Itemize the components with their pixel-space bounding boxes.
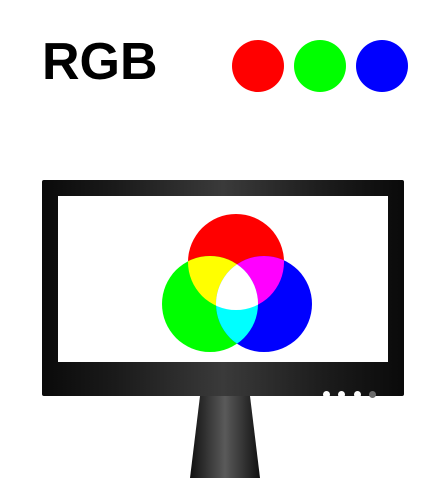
indicator-light [322,391,330,398]
color-swatches [232,40,412,92]
rgb-venn-diagram [162,214,312,352]
red-dot-icon [232,40,284,92]
blue-dot-icon [356,40,408,92]
indicator-light [338,391,346,398]
indicator-light [353,391,361,398]
indicator-light [369,391,376,398]
green-dot-icon [294,40,346,92]
monitor-icon [42,180,404,398]
status-indicators [319,385,376,398]
monitor-screen [58,196,388,362]
monitor-stand [190,396,260,478]
page-title: RGB [42,33,158,91]
